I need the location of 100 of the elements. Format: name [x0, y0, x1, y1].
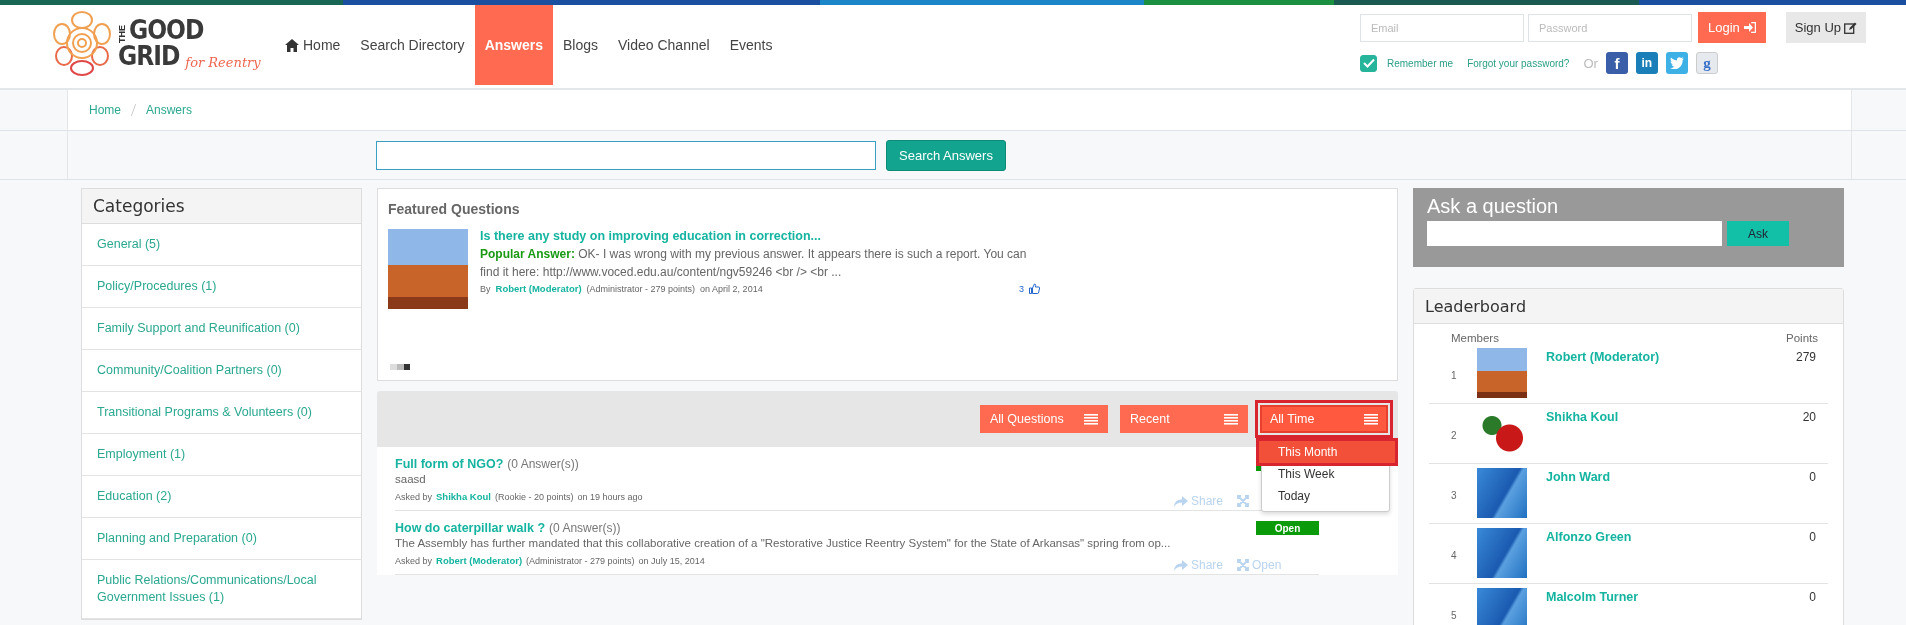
ask-title: Ask a question — [1427, 195, 1560, 218]
edit-icon — [1844, 21, 1858, 34]
list-icon — [1084, 413, 1098, 425]
avatar-placeholder — [1477, 348, 1527, 398]
question-excerpt: saasd — [395, 473, 426, 485]
answer-count: (0 Answer(s)) — [549, 521, 621, 535]
nav-link[interactable]: Home — [275, 5, 351, 85]
nav-link[interactable]: Video Channel — [608, 5, 720, 85]
filter-dropdown[interactable]: All Questions — [980, 405, 1108, 433]
author-link[interactable]: Robert (Moderator) — [436, 555, 523, 566]
facebook-icon[interactable]: f — [1605, 52, 1628, 74]
category-link[interactable]: Planning and Preparation (0) — [82, 518, 361, 560]
password-field[interactable]: Password — [1528, 13, 1692, 42]
thumbs-up-icon[interactable] — [1029, 283, 1040, 294]
asked-by-label: Asked by — [395, 491, 433, 502]
nav-link[interactable]: Search Directory — [350, 5, 475, 85]
category-link[interactable]: Employment (1) — [82, 434, 361, 476]
avatar-placeholder — [1477, 528, 1527, 578]
or-label: Or — [1583, 55, 1598, 71]
share-icon — [1174, 559, 1188, 571]
email-field[interactable]: Email — [1360, 13, 1524, 42]
flower-logo-icon — [50, 8, 114, 78]
leaderboard-title: Leaderboard — [1414, 289, 1843, 324]
menu-item[interactable]: Today — [1262, 485, 1389, 507]
breadcrumb-link[interactable]: Answers — [146, 103, 193, 117]
breadcrumb-link[interactable]: Home — [89, 103, 121, 117]
categories-title: Categories — [82, 189, 361, 224]
question-link[interactable]: Is there any study on improving education in correction... — [480, 229, 1040, 243]
share-link[interactable]: Share — [1174, 494, 1224, 508]
points-value: 20 — [1801, 410, 1816, 424]
category-link[interactable]: General (5) — [82, 224, 361, 266]
logo-text: GOOD — [129, 17, 204, 43]
menu-item[interactable]: This Month — [1259, 441, 1395, 463]
logo-tagline: for Reentry — [185, 56, 261, 69]
share-icon — [1174, 495, 1188, 507]
avatar-placeholder — [1477, 468, 1527, 518]
author-link[interactable]: Shikha Koul — [436, 491, 491, 502]
author-link[interactable]: Robert (Moderator) — [495, 283, 582, 294]
linkedin-icon[interactable]: in — [1635, 52, 1658, 74]
rank-number: 2 — [1450, 430, 1458, 441]
column-header: Members — [1451, 332, 1499, 344]
nav-link[interactable]: Answers — [474, 5, 553, 85]
question-link[interactable]: Full form of NGO? — [395, 457, 504, 471]
home-icon — [285, 38, 299, 52]
logo-text: THE — [118, 25, 127, 43]
sign-up-button[interactable]: Sign Up — [1785, 12, 1866, 43]
question-link[interactable]: How do caterpillar walk ? — [395, 521, 546, 535]
like-count: 3 — [1019, 283, 1024, 294]
member-link[interactable]: Shikha Koul — [1546, 410, 1776, 424]
search-field[interactable] — [376, 140, 876, 170]
list-icon — [1224, 413, 1238, 425]
category-link[interactable]: Education (2) — [82, 476, 361, 518]
forgot-password-link[interactable]: Forgot your password? — [1467, 57, 1570, 69]
author-role: (Rookie - 20 points) — [494, 491, 574, 502]
category-link[interactable]: Community/Coalition Partners (0) — [82, 350, 361, 392]
ask-button[interactable]: Ask — [1727, 221, 1789, 246]
nav-link[interactable]: Events — [719, 5, 783, 85]
question-field[interactable] — [1427, 221, 1722, 246]
remember-me-label: Remember me — [1387, 57, 1454, 69]
answer-count: (0 Answer(s)) — [507, 457, 579, 471]
google-icon[interactable]: g — [1695, 52, 1718, 74]
question-excerpt: The Assembly has further mandated that this collaborative creation of a "Restorative Justice Reentry System" for the State of Arkansas" spring from op... — [395, 537, 1171, 549]
open-link[interactable]: Open — [1237, 558, 1282, 572]
member-link[interactable]: Robert (Moderator) — [1546, 350, 1776, 364]
category-link[interactable]: Public Relations/Communications/Local Government Issues (1) — [82, 560, 361, 619]
sign-in-icon — [1743, 22, 1756, 33]
twitter-icon[interactable] — [1665, 52, 1688, 74]
asked-by-label: Asked by — [395, 555, 433, 566]
category-link[interactable]: Policy/Procedures (1) — [82, 266, 361, 308]
login-button[interactable]: Login — [1698, 12, 1766, 43]
share-link[interactable]: Share — [1174, 558, 1224, 572]
logo-text: GRID — [118, 43, 180, 69]
filter-dropdown[interactable]: Recent — [1120, 405, 1248, 433]
nav-link[interactable]: Blogs — [553, 5, 608, 85]
points-value: 0 — [1808, 470, 1816, 484]
expand-icon — [1237, 559, 1250, 571]
menu-item[interactable]: This Week — [1262, 463, 1389, 485]
slide-indicator-icon — [390, 364, 410, 370]
rank-number: 4 — [1450, 550, 1458, 561]
author-role: (Administrator - 279 points) — [526, 555, 635, 566]
rank-number: 5 — [1450, 610, 1458, 621]
post-date: on April 2, 2014 — [700, 283, 763, 294]
rank-number: 3 — [1450, 490, 1458, 501]
points-value: 0 — [1808, 590, 1816, 604]
author-role: (Administrator - 279 points) — [586, 283, 696, 294]
search-answers-button[interactable]: Search Answers — [886, 139, 1006, 171]
member-link[interactable]: Malcolm Turner — [1546, 590, 1776, 604]
avatar-placeholder — [1477, 588, 1527, 625]
category-link[interactable]: Family Support and Reunification (0) — [82, 308, 361, 350]
member-link[interactable]: Alfonzo Green — [1546, 530, 1776, 544]
open-link[interactable] — [1237, 494, 1250, 508]
answer-text: Popular Answer: OK- I was wrong with my previous answer. It appears there is such a report. You can find it here: http://www.voced.edu.au/content/ngv59246 <br /> <br ... — [480, 246, 1028, 281]
featured-title: Featured Questions — [388, 201, 521, 217]
remember-checkbox[interactable] — [1360, 54, 1377, 72]
list-icon — [1364, 413, 1378, 425]
points-value: 0 — [1808, 530, 1816, 544]
points-value: 279 — [1794, 350, 1816, 364]
rank-number: 1 — [1450, 370, 1458, 381]
category-link[interactable]: Transitional Programs & Volunteers (0) — [82, 392, 361, 434]
member-link[interactable]: John Ward — [1546, 470, 1776, 484]
